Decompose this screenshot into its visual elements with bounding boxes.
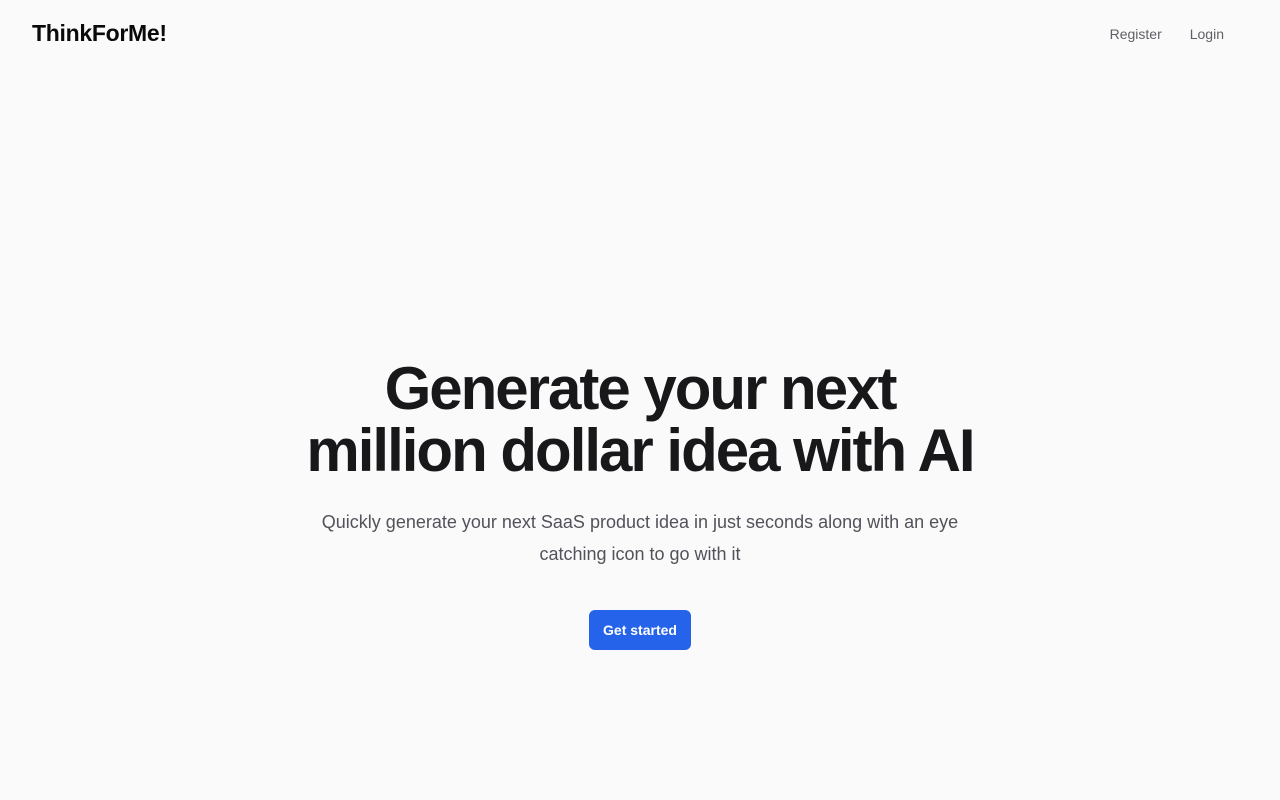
hero-title: Generate your next million dollar idea w… [306, 355, 975, 484]
site-header: ThinkForMe! Register Login [0, 0, 1280, 66]
hero-section: Generate your next million dollar idea w… [0, 358, 1280, 650]
login-link[interactable]: Login [1190, 26, 1224, 42]
register-link[interactable]: Register [1110, 26, 1162, 42]
hero-subtitle: Quickly generate your next SaaS product … [321, 512, 959, 564]
top-nav: Register Login [1110, 26, 1224, 42]
brand-logo[interactable]: ThinkForMe! [32, 20, 167, 47]
get-started-button[interactable]: Get started [589, 610, 691, 650]
landing-page: ThinkForMe! Register Login Generate your… [0, 0, 1280, 800]
